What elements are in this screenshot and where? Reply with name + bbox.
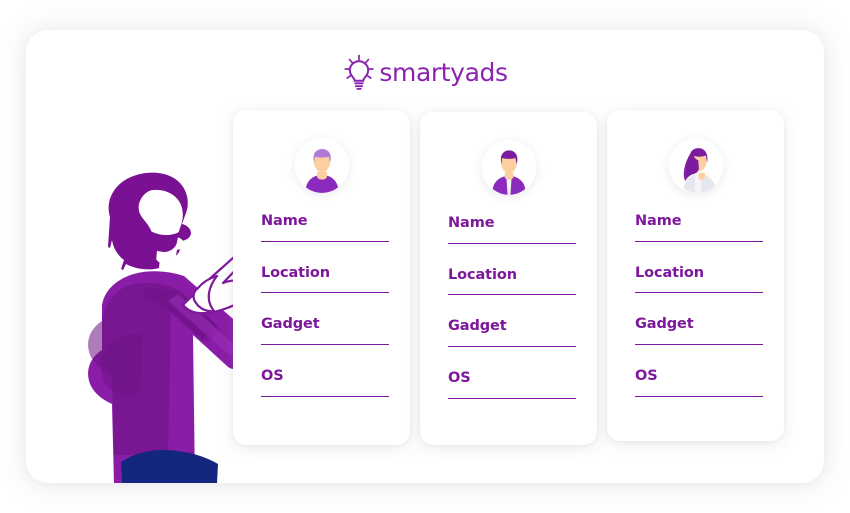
field-location[interactable]: Location [635, 265, 763, 294]
field-label: OS [261, 368, 284, 385]
field-underline [448, 242, 576, 244]
field-os[interactable]: OS [261, 368, 389, 397]
field-underline [635, 395, 763, 397]
field-name[interactable]: Name [635, 213, 763, 242]
field-label: Name [448, 215, 495, 231]
main-panel: smartyads Name Location Gadget OS Name L… [26, 30, 824, 483]
profile-card[interactable]: Name Location Gadget OS [607, 110, 784, 441]
field-label: OS [635, 368, 658, 385]
profile-fields: Name Location Gadget OS [448, 215, 576, 399]
field-underline [261, 344, 389, 346]
avatar [668, 138, 723, 193]
field-label: Gadget [448, 318, 507, 335]
field-gadget[interactable]: Gadget [635, 316, 763, 346]
profile-card[interactable]: Name Location Gadget OS [233, 110, 410, 445]
field-label: Location [261, 264, 330, 281]
field-label: Gadget [635, 316, 694, 333]
field-underline [448, 397, 576, 399]
field-underline [261, 240, 389, 242]
field-underline [261, 395, 389, 397]
field-location[interactable]: Location [448, 267, 576, 296]
field-name[interactable]: Name [261, 213, 389, 242]
field-os[interactable]: OS [448, 370, 576, 399]
field-underline [448, 346, 576, 348]
profile-fields: Name Location Gadget OS [635, 213, 763, 397]
field-label: Location [448, 266, 517, 283]
avatar [481, 140, 536, 195]
field-label: OS [448, 370, 471, 387]
field-underline [261, 292, 389, 294]
lightbulb-icon [342, 54, 376, 90]
field-underline [448, 294, 576, 296]
brand-name: smartyads [379, 57, 508, 87]
field-name[interactable]: Name [448, 215, 576, 244]
avatar [294, 138, 349, 193]
field-gadget[interactable]: Gadget [261, 316, 389, 346]
field-underline [635, 240, 763, 242]
field-underline [635, 292, 763, 294]
field-label: Gadget [261, 316, 320, 333]
field-label: Name [635, 213, 682, 229]
profile-fields: Name Location Gadget OS [261, 213, 389, 397]
field-label: Name [261, 213, 308, 229]
field-underline [635, 344, 763, 346]
field-label: Location [635, 264, 704, 281]
profile-card[interactable]: Name Location Gadget OS [420, 112, 597, 445]
field-os[interactable]: OS [635, 368, 763, 397]
field-gadget[interactable]: Gadget [448, 318, 576, 348]
field-location[interactable]: Location [261, 265, 389, 294]
brand-logo: smartyads [26, 52, 824, 92]
